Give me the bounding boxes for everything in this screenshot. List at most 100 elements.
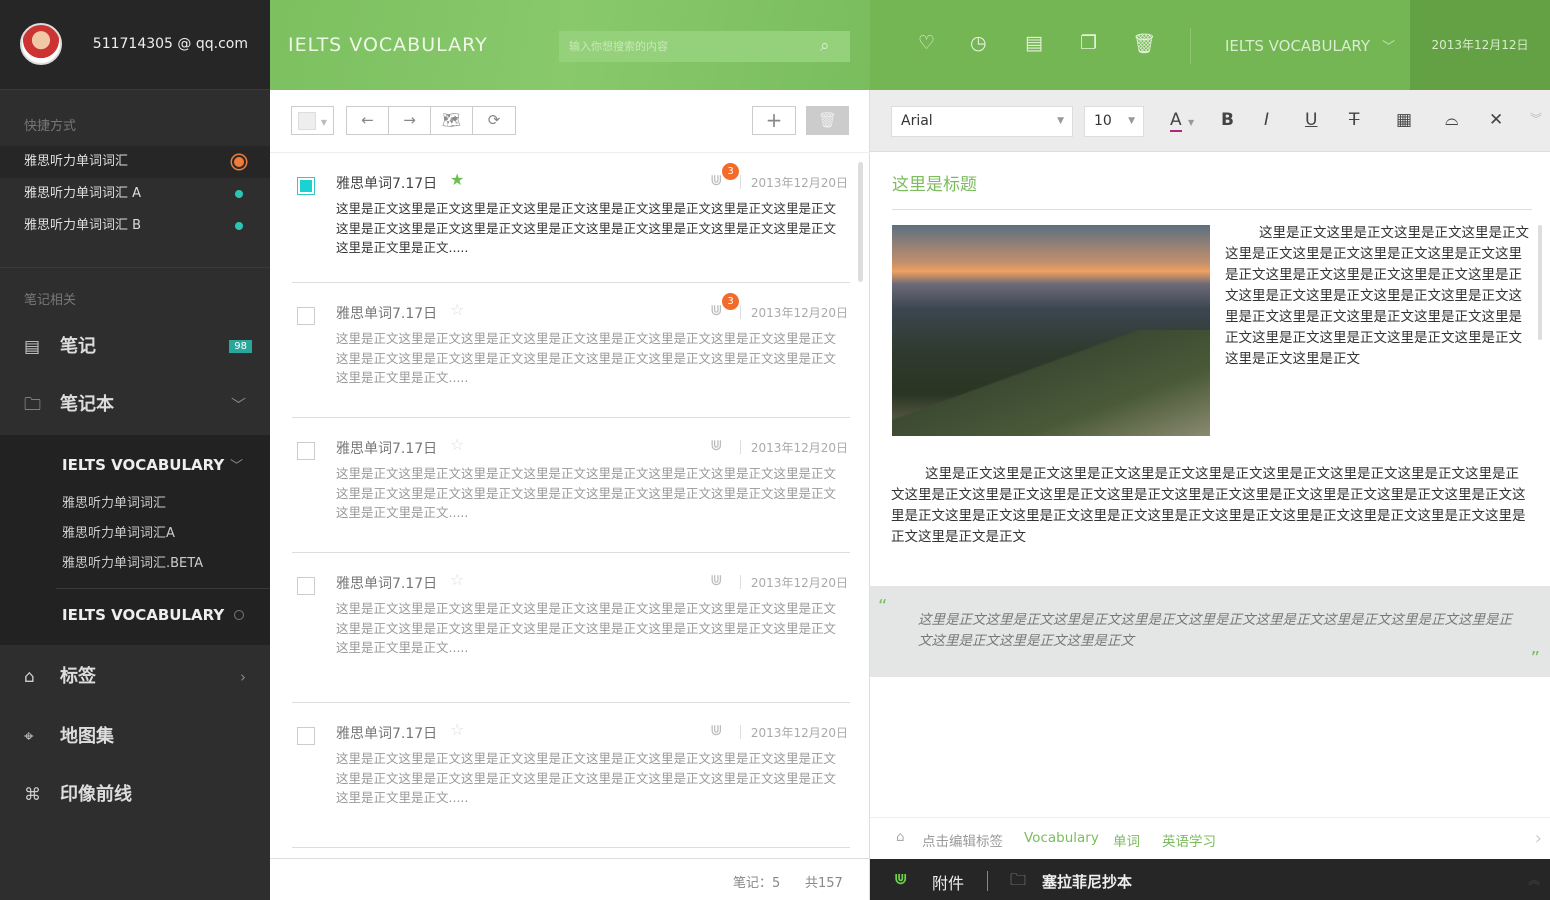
strikethrough-icon[interactable]: T bbox=[1349, 110, 1359, 130]
notebook-group[interactable]: IELTS VOCABULARY bbox=[62, 606, 224, 624]
paragraph[interactable]: 这里是正文这里是正文这里是正文这里是正文这里是正文这里是正文这里是正文这里是正文… bbox=[1225, 223, 1530, 370]
dot-icon bbox=[235, 190, 243, 198]
note-preview: 这里是正文这里是正文这里是正文这里是正文这里是正文这里是正文这里是正文这里是正文… bbox=[336, 751, 837, 805]
caret-down-icon: ▼ bbox=[320, 118, 327, 127]
star-icon[interactable]: ☆ bbox=[450, 300, 464, 319]
paragraph[interactable]: 这里是正文这里是正文这里是正文这里是正文这里是正文这里是正文这里是正文这里是正文… bbox=[891, 464, 1531, 548]
divider bbox=[1190, 28, 1191, 64]
select-all-dropdown[interactable]: ▼ bbox=[291, 106, 334, 135]
attachment-icon: ⋓ bbox=[710, 721, 723, 739]
sidebar-item-notebooks[interactable]: 🗀 笔记本 ﹀ bbox=[0, 376, 270, 434]
note-date: 2013年12月20日 bbox=[750, 306, 848, 320]
link-icon[interactable]: ⌓ bbox=[1445, 110, 1458, 130]
note-item[interactable]: 雅思单词7.17日 ☆ ⋓ 3 2013年12月20日 这里是正文这里是正文这里… bbox=[292, 283, 850, 418]
window-icon[interactable]: ▤ bbox=[1025, 32, 1043, 54]
note-checkbox[interactable] bbox=[297, 177, 315, 195]
divider bbox=[56, 588, 270, 589]
note-item[interactable]: 雅思单词7.17日 ★ ⋓ 3 2013年12月20日 这里是正文这里是正文这里… bbox=[292, 153, 850, 283]
attachment-icon: ⋓ bbox=[710, 301, 723, 319]
notebook-item[interactable]: 雅思听力单词词汇 bbox=[62, 492, 166, 511]
chevron-down-icon: ﹀ bbox=[230, 396, 246, 414]
back-button[interactable]: ← bbox=[346, 106, 389, 135]
star-icon[interactable]: ☆ bbox=[450, 570, 464, 589]
font-select[interactable]: Arial ▼ bbox=[891, 106, 1073, 137]
tag[interactable]: 英语学习 bbox=[1162, 830, 1216, 850]
scrollbar[interactable] bbox=[1538, 225, 1542, 340]
sidebar-item-atlas[interactable]: ⌖ 地图集 bbox=[0, 708, 270, 766]
trash-icon[interactable]: 🗑 bbox=[1132, 32, 1156, 55]
notebook-name[interactable]: 塞拉菲尼抄本 bbox=[1042, 871, 1132, 892]
tag[interactable]: Vocabulary bbox=[1024, 830, 1099, 846]
quick-item[interactable]: 雅思听力单词词汇 A bbox=[0, 178, 270, 210]
note-item[interactable]: 雅思单词7.17日 ☆ ⋓ 2013年12月20日 这里是正文这里是正文这里是正… bbox=[292, 553, 850, 703]
star-icon[interactable]: ☆ bbox=[450, 435, 464, 454]
notebook-select[interactable]: IELTS VOCABULARY bbox=[1225, 37, 1370, 55]
table-icon[interactable]: ▦ bbox=[1396, 110, 1412, 130]
tag-bar: ⌂ 点击编辑标签 Vocabulary 单词 英语学习 › bbox=[870, 817, 1550, 859]
underline-icon[interactable]: U bbox=[1305, 110, 1317, 130]
blockquote[interactable]: “ 这里是正文这里是正文这里是正文这里是正文这里是正文这里是正文这里是正文这里是… bbox=[870, 586, 1550, 677]
sidebar: 511714305 @ qq.com 快捷方式 雅思听力单词词汇 雅思听力单词词… bbox=[0, 0, 270, 900]
note-preview: 这里是正文这里是正文这里是正文这里是正文这里是正文这里是正文这里是正文这里是正文… bbox=[336, 331, 837, 385]
expand-icon[interactable]: ︾ bbox=[1530, 110, 1542, 127]
text-color-icon[interactable]: A bbox=[1170, 110, 1182, 132]
chevron-down-icon[interactable]: ﹀ bbox=[1382, 36, 1395, 55]
italic-icon[interactable]: I bbox=[1264, 110, 1269, 130]
note-checkbox[interactable] bbox=[297, 307, 315, 325]
notebook-item[interactable]: 雅思听力单词词汇.BETA bbox=[62, 552, 203, 571]
count-badge: 98 bbox=[229, 340, 252, 353]
note-title: 雅思单词7.17日 bbox=[336, 576, 438, 592]
size-select[interactable]: 10 ▼ bbox=[1084, 106, 1144, 137]
divider bbox=[740, 175, 741, 189]
sidebar-item-tags[interactable]: ⌂ 标签 › bbox=[0, 648, 270, 706]
label: 地图集 bbox=[60, 726, 114, 747]
notebook-group[interactable]: IELTS VOCABULARY bbox=[62, 456, 224, 474]
label: 印像前线 bbox=[60, 784, 132, 805]
attachment-icon[interactable]: ⋓ bbox=[894, 869, 907, 888]
quick-item[interactable]: 雅思听力单词词汇 bbox=[0, 146, 270, 178]
caret-down-icon[interactable]: ▼ bbox=[1188, 118, 1194, 127]
chevron-right-icon[interactable]: › bbox=[1535, 828, 1542, 849]
list-title: IELTS VOCABULARY bbox=[288, 34, 488, 56]
delete-note-button[interactable]: 🗑 bbox=[806, 106, 849, 135]
sidebar-item-shortcuts[interactable]: ⌘ 印像前线 bbox=[0, 766, 270, 824]
tag[interactable]: 单词 bbox=[1113, 830, 1140, 850]
map-icon[interactable]: 🗺 bbox=[430, 106, 473, 135]
circle-icon bbox=[234, 610, 244, 620]
divider bbox=[740, 440, 741, 454]
notebook-item[interactable]: 雅思听力单词词汇A bbox=[62, 522, 175, 541]
quick-item[interactable]: 雅思听力单词词汇 B bbox=[0, 210, 270, 242]
attachment-count-badge: 3 bbox=[722, 163, 739, 180]
scrollbar[interactable] bbox=[858, 162, 863, 282]
forward-button[interactable]: → bbox=[388, 106, 431, 135]
edit-tags-link[interactable]: 点击编辑标签 bbox=[922, 830, 1003, 850]
clock-icon[interactable]: ◷ bbox=[970, 32, 987, 54]
attachment-icon: ⋓ bbox=[710, 436, 723, 454]
note-item[interactable]: 雅思单词7.17日 ☆ ⋓ 2013年12月20日 这里是正文这里是正文这里是正… bbox=[292, 703, 850, 848]
note-date: 2013年12月12日 bbox=[1410, 0, 1550, 90]
search-icon[interactable]: ⌕ bbox=[820, 36, 830, 56]
note-checkbox[interactable] bbox=[297, 727, 315, 745]
copy-icon[interactable]: ❐ bbox=[1080, 32, 1097, 54]
sidebar-item-notes[interactable]: ▤ 笔记 98 bbox=[0, 318, 270, 376]
sync-button[interactable]: ⟳ bbox=[472, 106, 516, 135]
note-item[interactable]: 雅思单词7.17日 ☆ ⋓ 2013年12月20日 这里是正文这里是正文这里是正… bbox=[292, 418, 850, 553]
note-title[interactable]: 这里是标题 bbox=[892, 170, 977, 195]
bold-icon[interactable]: B bbox=[1221, 110, 1234, 130]
notebook-tree: IELTS VOCABULARY ﹀ 雅思听力单词词汇 雅思听力单词词汇A 雅思… bbox=[0, 435, 270, 645]
star-icon[interactable]: ☆ bbox=[450, 720, 464, 739]
caret-down-icon: ▼ bbox=[1128, 116, 1135, 126]
chevron-down-icon[interactable]: ﹀ bbox=[230, 455, 243, 474]
avatar[interactable] bbox=[20, 23, 62, 65]
star-icon[interactable]: ★ bbox=[450, 170, 464, 189]
close-icon[interactable]: ✕ bbox=[1489, 110, 1503, 130]
note-checkbox[interactable] bbox=[297, 577, 315, 595]
heart-icon[interactable]: ♡ bbox=[918, 32, 935, 54]
collapse-icon[interactable]: ︽ bbox=[1528, 871, 1540, 888]
user-header: 511714305 @ qq.com bbox=[0, 0, 270, 90]
attachment-label[interactable]: 附件 bbox=[932, 870, 964, 894]
add-note-button[interactable]: + bbox=[752, 106, 796, 135]
search-input[interactable] bbox=[559, 31, 850, 62]
note-preview: 这里是正文这里是正文这里是正文这里是正文这里是正文这里是正文这里是正文这里是正文… bbox=[336, 466, 837, 520]
note-checkbox[interactable] bbox=[297, 442, 315, 460]
